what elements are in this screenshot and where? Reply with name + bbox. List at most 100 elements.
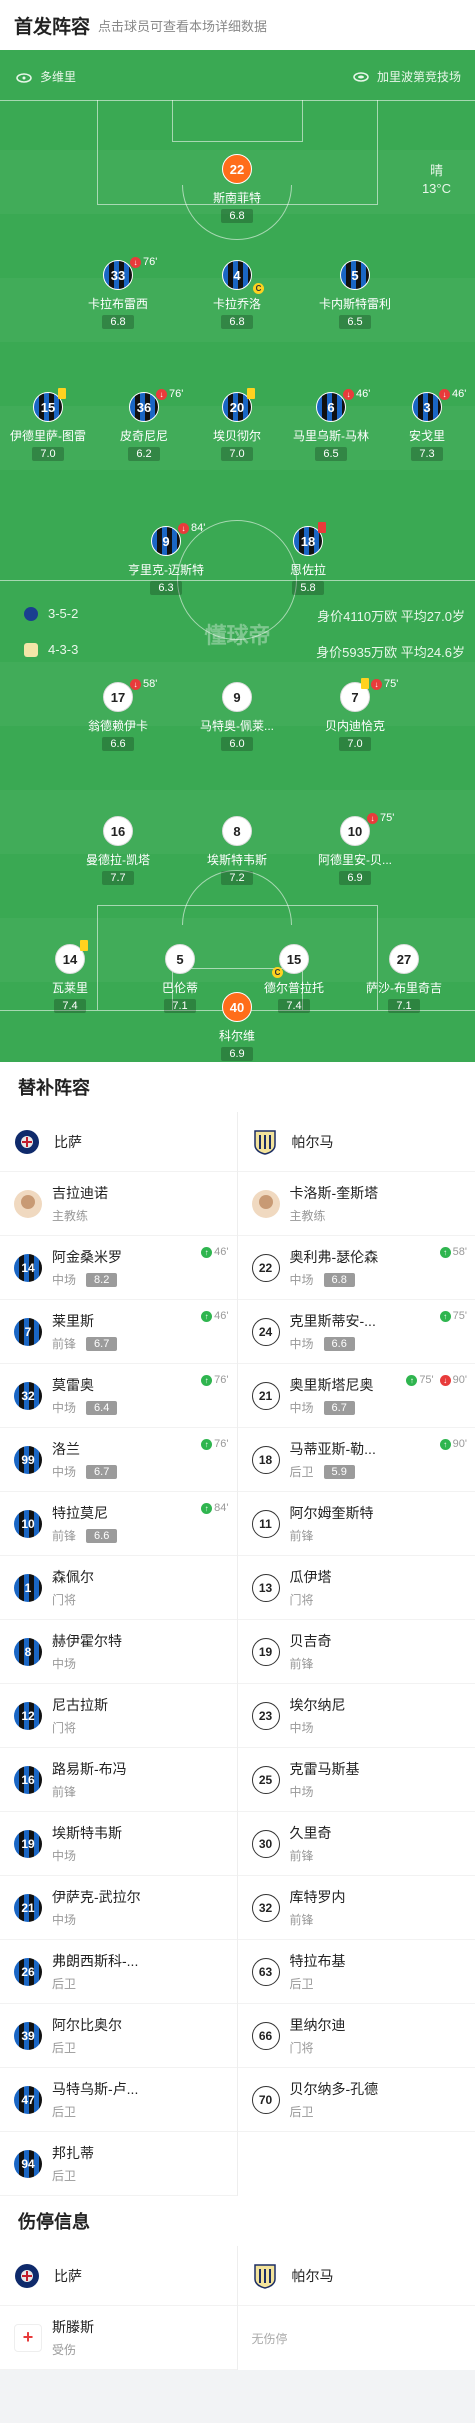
- sub-row[interactable]: 63 特拉布基 后卫: [237, 1940, 475, 2004]
- sub-rating: 6.7: [86, 1336, 118, 1351]
- player-name: 翁德赖伊卡: [87, 719, 148, 733]
- sub-name: 森佩尔: [52, 1569, 94, 1585]
- sub-rating: 6.7: [323, 1400, 355, 1415]
- sub-row[interactable]: 8 赫伊霍尔特 中场: [0, 1620, 237, 1684]
- player-home-4[interactable]: 4C 卡拉乔洛 6.8: [189, 260, 285, 330]
- player-rating: 6.0: [221, 737, 253, 751]
- away-badge-icon: [24, 642, 38, 657]
- sub-name: 邦扎蒂: [52, 2145, 94, 2161]
- sub-number: 11: [251, 1509, 280, 1538]
- sub-row[interactable]: 70 贝尔纳多-孔德 后卫: [237, 2068, 475, 2132]
- player-home-9[interactable]: 9 ↓ 84' 亨里克-迈斯特 6.3: [118, 522, 214, 596]
- sub-number: 14: [14, 1253, 42, 1282]
- sub-name: 特拉莫尼: [52, 1505, 108, 1521]
- player-number: 22: [222, 154, 252, 184]
- player-rating: 6.8: [102, 315, 134, 329]
- sub-row[interactable]: 14 阿金桑米罗 中场 8.2 ↑ 46': [0, 1236, 237, 1300]
- sub-name: 奥里斯塔尼奥: [289, 1377, 374, 1393]
- sub-out-event: ↓ 58': [130, 678, 157, 690]
- player-away-10[interactable]: 10 ↓ 75' 阿德里安-贝... 6.9: [307, 812, 403, 886]
- away-injury-team[interactable]: 帕尔马: [237, 2246, 475, 2306]
- sub-out-event: ↓ 76': [156, 388, 183, 400]
- sub-row[interactable]: 7 莱里斯 前锋 6.7 ↑ 46': [0, 1300, 237, 1364]
- sub-row[interactable]: 24 克里斯蒂安-... 中场 6.6 ↑ 75': [237, 1300, 475, 1364]
- sub-position: 前锋: [289, 1849, 314, 1863]
- coach-avatar: [251, 1189, 280, 1218]
- sub-row[interactable]: 11 阿尔姆奎斯特 前锋: [237, 1492, 475, 1556]
- sub-name: 埃斯特韦斯: [52, 1825, 122, 1841]
- player-away-17[interactable]: 17 ↓ 58' 翁德赖伊卡 6.6: [70, 678, 166, 752]
- sub-out-event: ↓ 75': [371, 678, 398, 690]
- player-away-14[interactable]: 14 瓦莱里 7.4: [22, 940, 118, 1014]
- sub-row[interactable]: 99 洛兰 中场 6.7 ↑ 76': [0, 1428, 237, 1492]
- sub-row[interactable]: 66 里纳尔迪 门将: [237, 2004, 475, 2068]
- sub-row[interactable]: 19 埃斯特韦斯 中场: [0, 1812, 237, 1876]
- home-coach[interactable]: 吉拉迪诺 主教练: [0, 1172, 237, 1236]
- sub-row[interactable]: 21 伊萨克-武拉尔 中场: [0, 1876, 237, 1940]
- player-away-40[interactable]: 40 科尔维 6.9: [189, 992, 285, 1062]
- sub-row[interactable]: 16 路易斯-布冯 前锋: [0, 1748, 237, 1812]
- home-injury-column: 比萨 + 斯滕斯 受伤: [0, 2246, 238, 2370]
- player-away-16[interactable]: 16 曼德拉-凯塔 7.7: [70, 816, 166, 886]
- sub-row[interactable]: 47 马特乌斯-卢... 后卫: [0, 2068, 237, 2132]
- sub-name: 尼古拉斯: [52, 1697, 108, 1713]
- sub-row[interactable]: 32 库特罗内 前锋: [237, 1876, 475, 1940]
- player-home-20[interactable]: 20 埃贝彻尔 7.0: [189, 388, 285, 462]
- player-name: 马里乌斯-马林: [293, 429, 369, 443]
- player-home-18[interactable]: 18 恩佐拉 5.8: [260, 522, 356, 596]
- player-away-8[interactable]: 8 埃斯特韦斯 7.2: [189, 816, 285, 886]
- home-team-row[interactable]: 比萨: [0, 1112, 237, 1172]
- whistle-icon: [16, 72, 32, 83]
- away-stadium-label: 加里波第竞技场: [353, 68, 461, 85]
- player-away-27[interactable]: 27 萨沙-布里奇吉 7.1: [356, 944, 452, 1014]
- player-home-5[interactable]: 5 卡内斯特雷利 6.5: [307, 260, 403, 330]
- sub-row[interactable]: 19 贝吉奇 前锋: [237, 1620, 475, 1684]
- home-injury-team[interactable]: 比萨: [0, 2246, 237, 2306]
- player-home-15[interactable]: 15 伊德里萨-图雷 7.0: [0, 388, 96, 462]
- away-team-row[interactable]: 帕尔马: [237, 1112, 475, 1172]
- home-team-name: 比萨: [54, 1133, 82, 1150]
- lineup-subtitle: 点击球员可查看本场详细数据: [98, 18, 268, 34]
- home-team-name: 比萨: [54, 2267, 82, 2284]
- sub-position: 中场: [52, 1849, 77, 1863]
- sub-name: 阿金桑米罗: [52, 1249, 122, 1265]
- sub-row[interactable]: 13 瓜伊塔 门将: [237, 1556, 475, 1620]
- injury-status: 受伤: [52, 2343, 77, 2357]
- sub-row[interactable]: 26 弗朗西斯科-... 后卫: [0, 1940, 237, 2004]
- sub-row[interactable]: 12 尼古拉斯 门将: [0, 1684, 237, 1748]
- player-away-9[interactable]: 9 马特奥-佩莱... 6.0: [189, 682, 285, 752]
- player-home-33[interactable]: 33 ↓ 76' 卡拉布雷西 6.8: [70, 256, 166, 330]
- sub-row[interactable]: 18 马蒂亚斯-勒... 后卫 5.9 ↑ 90': [237, 1428, 475, 1492]
- sub-number: 23: [251, 1701, 280, 1730]
- away-formation: 4-3-3: [24, 642, 78, 657]
- away-injury-column: 帕尔马 无伤停: [237, 2246, 475, 2370]
- player-home-36[interactable]: 36 ↓ 76' 皮奇尼尼 6.2: [96, 388, 192, 462]
- sub-row[interactable]: 30 久里奇 前锋: [237, 1812, 475, 1876]
- sub-row[interactable]: 39 阿尔比奥尔 后卫: [0, 2004, 237, 2068]
- sub-row[interactable]: 25 克雷马斯基 中场: [237, 1748, 475, 1812]
- parma-badge-icon: [253, 1129, 276, 1155]
- player-name: 阿德里安-贝...: [318, 853, 392, 867]
- sub-row[interactable]: 32 莫雷奥 中场 6.4 ↑ 76': [0, 1364, 237, 1428]
- player-home-22[interactable]: 22 斯南菲特 6.8: [189, 154, 285, 224]
- injured-player[interactable]: + 斯滕斯 受伤: [0, 2306, 237, 2370]
- player-name: 贝内迪恰克: [324, 719, 385, 733]
- player-home-3[interactable]: 3 ↓ 46' 安戈里 7.3: [379, 388, 475, 462]
- sub-in-icon: ↑: [201, 1310, 213, 1322]
- subs-grid: 比萨 吉拉迪诺 主教练 14 阿金桑米罗 中场 8.2 ↑ 46' 7 莱里斯 前锋 6.7 ↑ 46…: [0, 1112, 475, 2196]
- away-coach[interactable]: 卡洛斯-奎斯塔 主教练: [237, 1172, 475, 1236]
- sub-position: 后卫: [289, 1465, 314, 1479]
- sub-number: 1: [14, 1573, 42, 1602]
- sub-row[interactable]: 22 奥利弗-瑟伦森 中场 6.8 ↑ 58': [237, 1236, 475, 1300]
- sub-row[interactable]: 23 埃尔纳尼 中场: [237, 1684, 475, 1748]
- sub-row[interactable]: 1 森佩尔 门将: [0, 1556, 237, 1620]
- sub-row[interactable]: 10 特拉莫尼 前锋 6.6 ↑ 84': [0, 1492, 237, 1556]
- sub-number: 70: [251, 2085, 280, 2114]
- sub-number: 21: [251, 1381, 280, 1410]
- sub-row[interactable]: 94 邦扎蒂 后卫: [0, 2132, 237, 2196]
- player-number: 27: [389, 944, 419, 974]
- sub-out-icon: ↓: [439, 388, 450, 400]
- player-away-7[interactable]: 7 ↓ 75' 贝内迪恰克 7.0: [307, 678, 403, 752]
- sub-row[interactable]: 21 奥里斯塔尼奥 中场 6.7 ↑ 75' ↓ 90': [237, 1364, 475, 1428]
- player-home-6[interactable]: 6 ↓ 46' 马里乌斯-马林 6.5: [283, 388, 379, 462]
